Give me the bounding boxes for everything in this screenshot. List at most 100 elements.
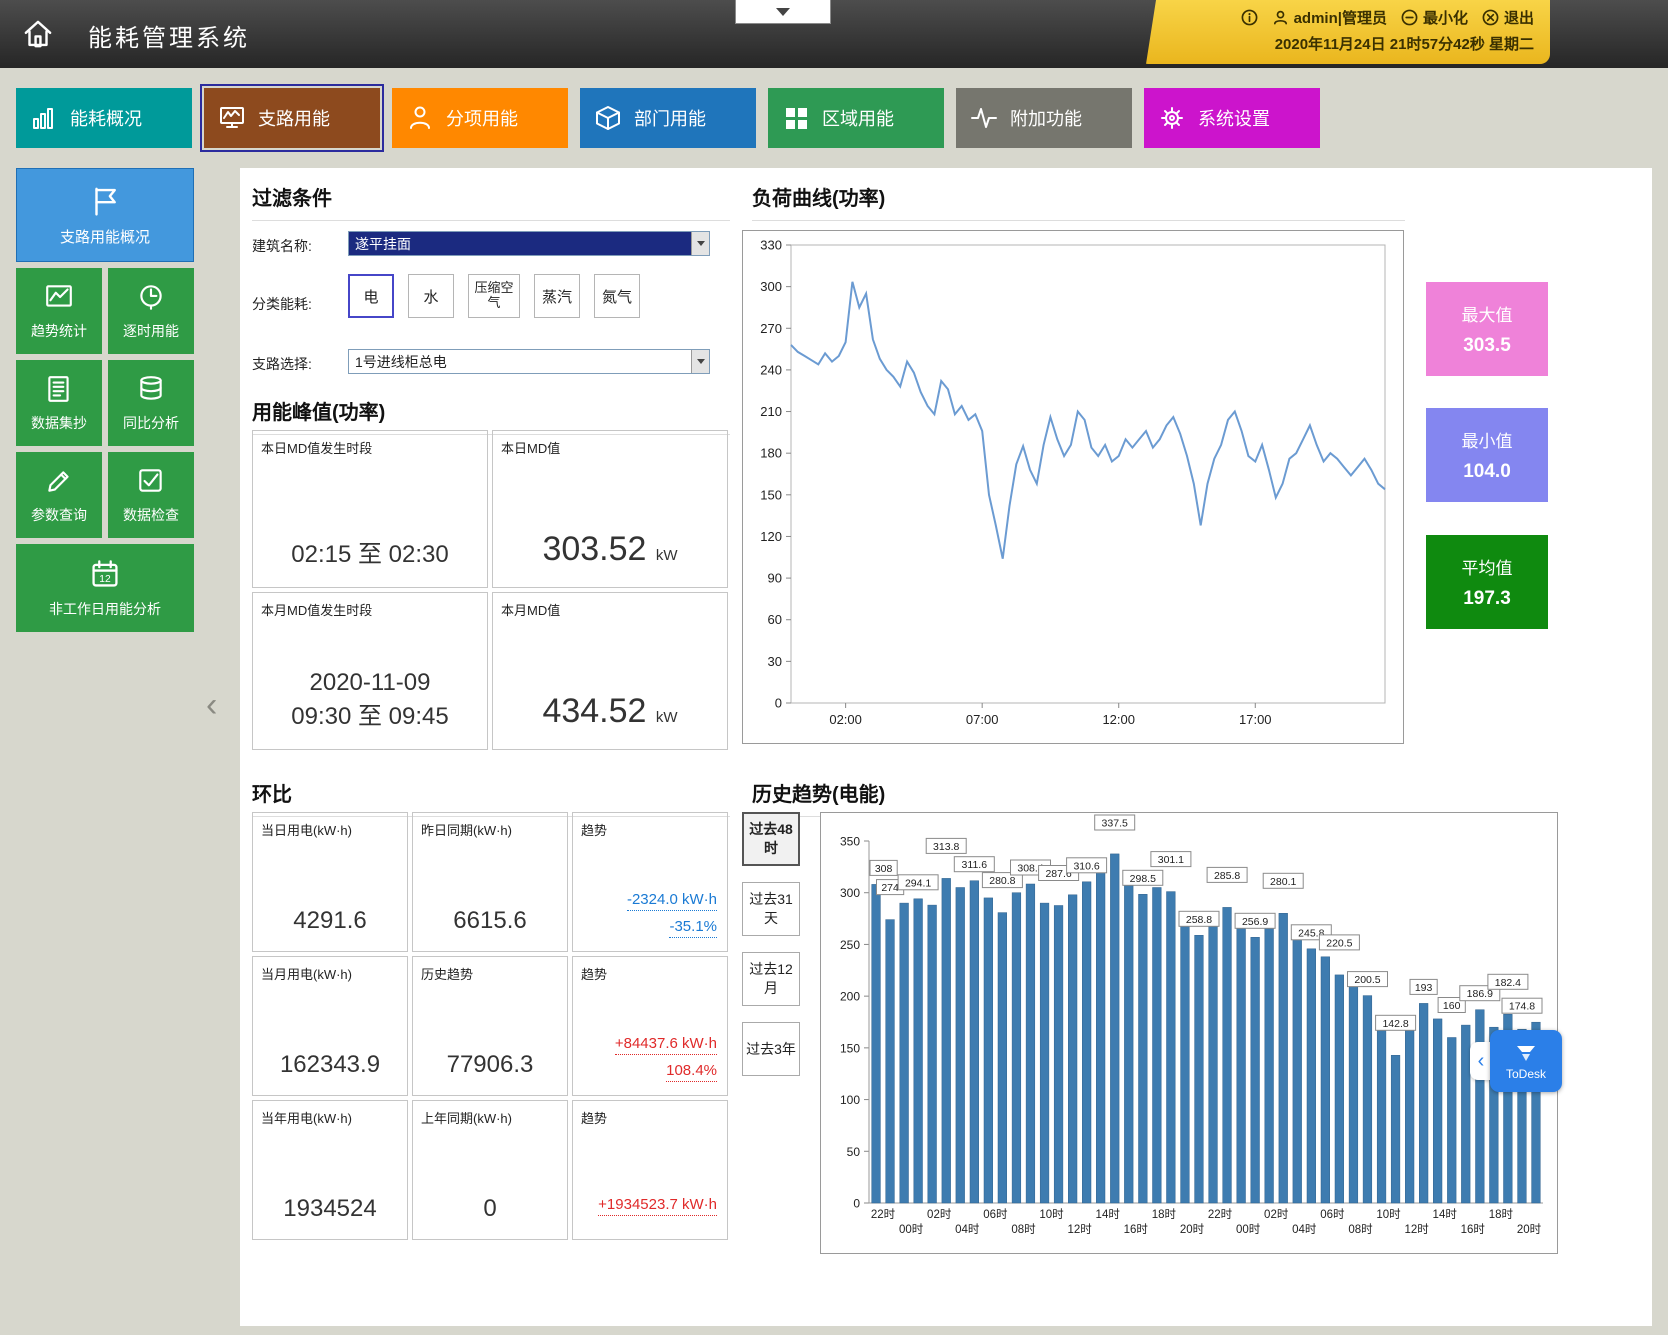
- history-period-buttons: 过去48时 过去31天 过去12月 过去3年: [742, 812, 804, 1092]
- svg-text:16时: 16时: [1461, 1223, 1486, 1236]
- branch-select[interactable]: 1号进线柜总电: [348, 349, 710, 374]
- database-icon: [136, 374, 166, 404]
- svg-text:220.5: 220.5: [1326, 937, 1352, 949]
- sidebar-item-label: 支路用能概况: [60, 226, 150, 247]
- tab-label: 分项用能: [446, 105, 518, 131]
- user-icon: [1272, 9, 1289, 26]
- sidebar-item-data-check[interactable]: 数据检查: [108, 452, 194, 538]
- sidebar-item-label: 逐时用能: [123, 321, 179, 341]
- svg-text:17:00: 17:00: [1239, 712, 1272, 727]
- sidebar: 支路用能概况 趋势统计 逐时用能 数据集抄: [16, 168, 194, 632]
- user-panel: admin|管理员 最小化 退出 2020年11月24日 21时57分42秒 星…: [1138, 0, 1550, 64]
- period-past-31d[interactable]: 过去31天: [742, 882, 800, 936]
- svg-text:12时: 12时: [1404, 1223, 1429, 1236]
- exit-button[interactable]: 退出: [1482, 7, 1534, 28]
- max-value-box: 最大值 303.5: [1426, 282, 1548, 376]
- sidebar-collapse-handle[interactable]: ‹: [206, 686, 217, 725]
- tab-energy-overview[interactable]: 能耗概况: [16, 88, 192, 148]
- user-name: admin|管理员: [1294, 7, 1387, 28]
- svg-text:10时: 10时: [1376, 1208, 1401, 1221]
- svg-text:00时: 00时: [899, 1223, 924, 1236]
- svg-text:250: 250: [840, 938, 860, 952]
- svg-text:313.8: 313.8: [933, 841, 959, 853]
- chart-icon: [44, 282, 74, 312]
- energy-type-compressed-air[interactable]: 压缩空气: [468, 274, 520, 318]
- tab-label: 能耗概况: [70, 105, 142, 131]
- close-icon: [1482, 9, 1499, 26]
- todesk-widget[interactable]: ToDesk: [1490, 1030, 1562, 1092]
- period-past-3y[interactable]: 过去3年: [742, 1022, 800, 1076]
- calendar-icon: 12: [89, 558, 121, 590]
- energy-type-water[interactable]: 水: [408, 274, 454, 318]
- home-button[interactable]: [14, 10, 62, 58]
- tab-department-energy[interactable]: 部门用能: [580, 88, 756, 148]
- chevron-down-icon: [776, 8, 790, 16]
- energy-type-steam[interactable]: 蒸汽: [534, 274, 580, 318]
- svg-text:180: 180: [760, 446, 782, 461]
- svg-text:18时: 18时: [1489, 1208, 1514, 1221]
- svg-text:22时: 22时: [871, 1208, 896, 1221]
- user-account[interactable]: admin|管理员: [1272, 7, 1387, 28]
- sidebar-item-parameter-query[interactable]: 参数查询: [16, 452, 102, 538]
- svg-text:120: 120: [760, 529, 782, 544]
- sidebar-item-trend-statistics[interactable]: 趋势统计: [16, 268, 102, 354]
- todesk-label: ToDesk: [1506, 1067, 1546, 1081]
- svg-text:310.6: 310.6: [1073, 860, 1099, 872]
- svg-text:150: 150: [840, 1041, 860, 1055]
- header-dropdown-tab[interactable]: [735, 0, 831, 24]
- peak-cards: 本日MD值发生时段 02:15 至 02:30 本日MD值 303.52 kW …: [252, 430, 728, 750]
- energy-type-buttons: 电 水 压缩空气 蒸汽 氮气: [348, 274, 640, 318]
- svg-text:10时: 10时: [1039, 1208, 1064, 1221]
- svg-text:0: 0: [775, 696, 782, 711]
- energy-type-nitrogen[interactable]: 氮气: [594, 274, 640, 318]
- tab-area-energy[interactable]: 区域用能: [768, 88, 944, 148]
- tab-branch-energy[interactable]: 支路用能: [204, 88, 380, 148]
- sidebar-item-data-collection[interactable]: 数据集抄: [16, 360, 102, 446]
- dropdown-arrow-button[interactable]: [691, 232, 709, 255]
- svg-text:285.8: 285.8: [1214, 870, 1240, 882]
- svg-text:04时: 04时: [955, 1223, 980, 1236]
- tab-system-settings[interactable]: 系统设置: [1144, 88, 1320, 148]
- top-header: 能耗管理系统 admin|管理员: [0, 0, 1668, 68]
- sidebar-item-yoy-analysis[interactable]: 同比分析: [108, 360, 194, 446]
- svg-text:200: 200: [840, 990, 860, 1004]
- tab-additional-functions[interactable]: 附加功能: [956, 88, 1132, 148]
- sidebar-item-branch-overview[interactable]: 支路用能概况: [16, 168, 194, 262]
- monthly-trend-card: 趋势 +84437.6 kW·h 108.4%: [572, 956, 728, 1096]
- dropdown-arrow-button[interactable]: [691, 350, 709, 373]
- svg-text:60: 60: [768, 612, 782, 627]
- svg-text:270: 270: [760, 321, 782, 336]
- svg-text:06时: 06时: [983, 1208, 1008, 1221]
- svg-text:330: 330: [760, 238, 782, 253]
- person-icon: [406, 104, 434, 132]
- sidebar-item-label: 数据集抄: [31, 413, 87, 433]
- info-button[interactable]: [1241, 9, 1258, 26]
- svg-text:280.8: 280.8: [989, 875, 1015, 887]
- sidebar-item-nonworkday-analysis[interactable]: 12 非工作日用能分析: [16, 544, 194, 632]
- yesterday-usage-card: 昨日同期(kW·h) 6615.6: [412, 812, 568, 952]
- svg-text:12时: 12时: [1067, 1223, 1092, 1236]
- sidebar-item-hourly-energy[interactable]: 逐时用能: [108, 268, 194, 354]
- branch-label: 支路选择:: [252, 354, 312, 374]
- svg-text:30: 30: [768, 654, 782, 669]
- energy-type-electric[interactable]: 电: [348, 274, 394, 318]
- svg-text:258.8: 258.8: [1186, 914, 1212, 926]
- svg-text:22时: 22时: [1208, 1208, 1233, 1221]
- building-select-value: 遂平挂面: [349, 232, 691, 255]
- minimize-button[interactable]: 最小化: [1401, 7, 1468, 28]
- todesk-collapse-handle[interactable]: ‹: [1470, 1042, 1492, 1080]
- flag-icon: [88, 184, 122, 218]
- sidebar-item-label: 趋势统计: [31, 321, 87, 341]
- svg-text:280.1: 280.1: [1270, 876, 1296, 888]
- svg-text:12:00: 12:00: [1102, 712, 1135, 727]
- svg-text:274: 274: [881, 882, 899, 894]
- tab-item-energy[interactable]: 分项用能: [392, 88, 568, 148]
- daily-usage-card: 当日用电(kW·h) 4291.6: [252, 812, 408, 952]
- period-past-48h[interactable]: 过去48时: [742, 812, 800, 866]
- period-past-12m[interactable]: 过去12月: [742, 952, 800, 1006]
- bar-chart-icon: [30, 104, 58, 132]
- building-select[interactable]: 遂平挂面: [348, 231, 710, 256]
- history-usage-card: 历史趋势 77906.3: [412, 956, 568, 1096]
- md-month-value: 434.52 kW: [493, 692, 727, 731]
- svg-text:100: 100: [840, 1093, 860, 1107]
